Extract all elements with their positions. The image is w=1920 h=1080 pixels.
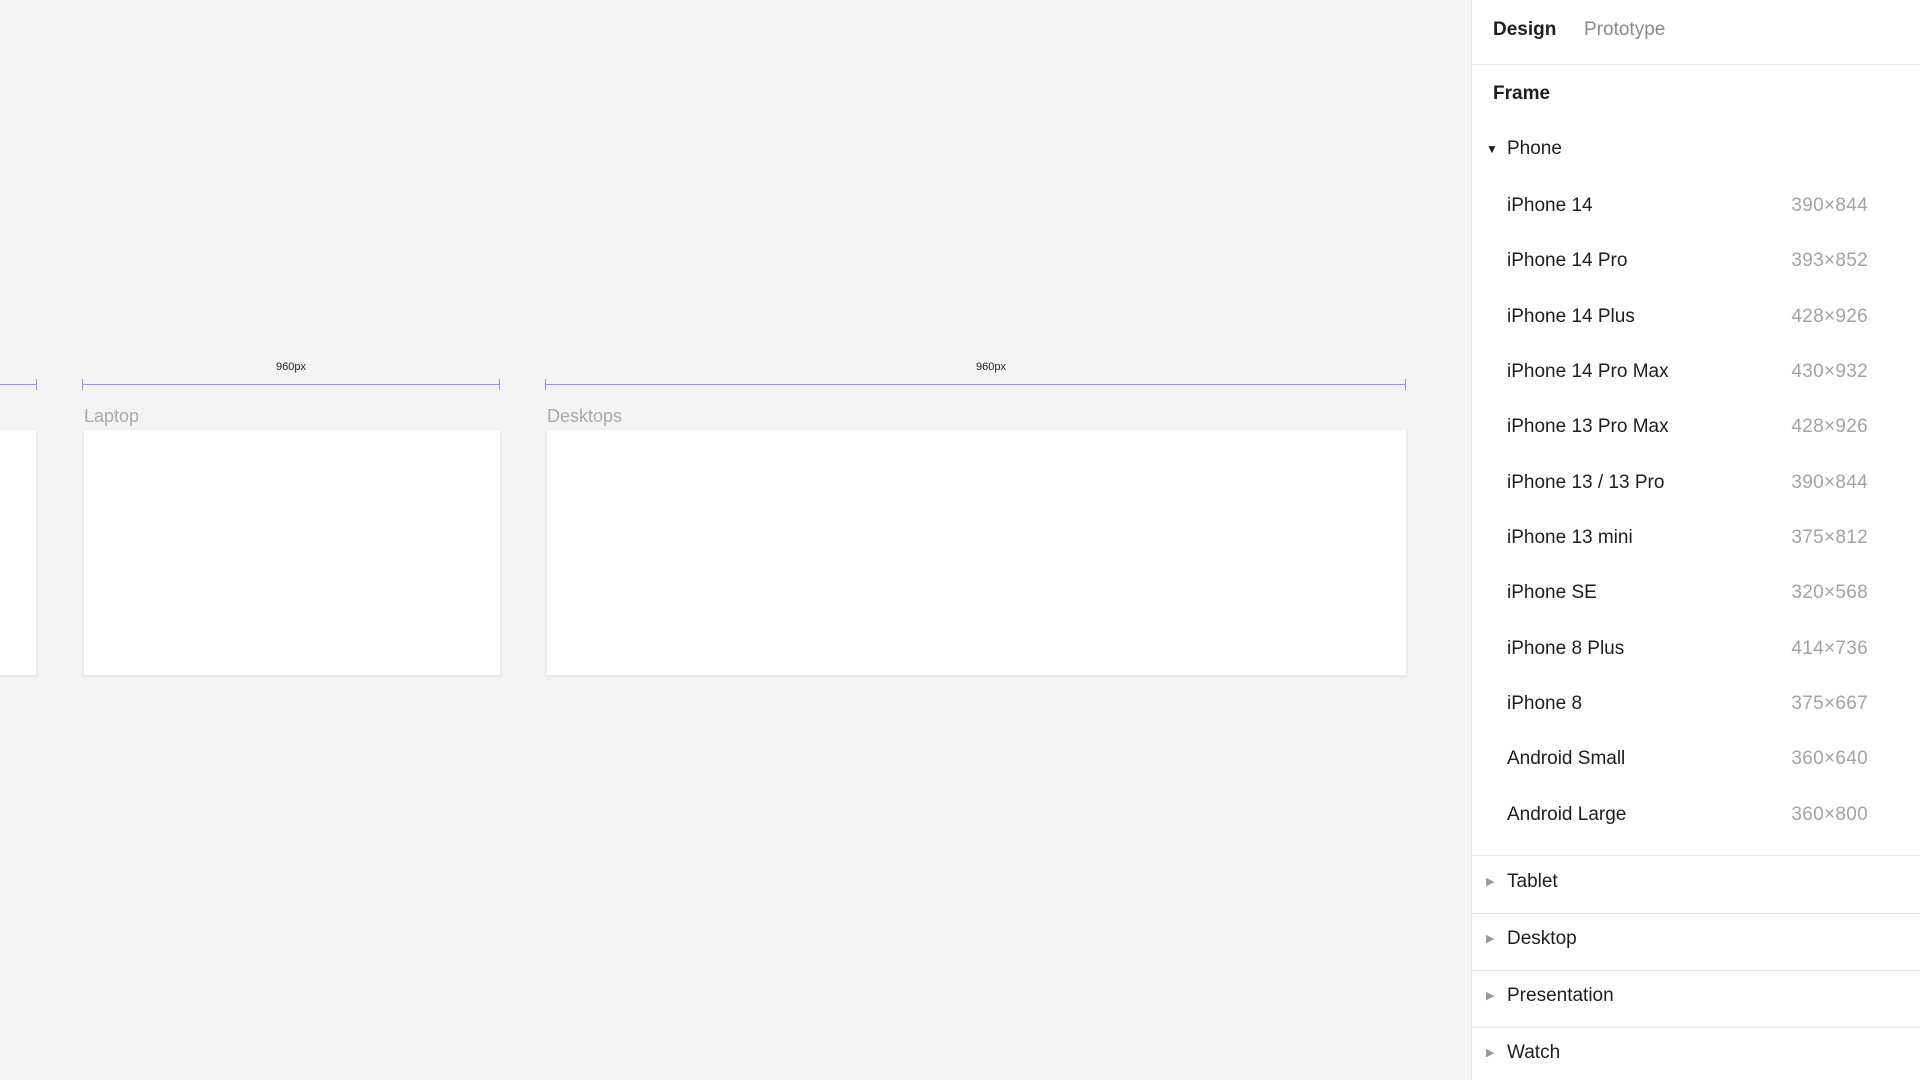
group-label: Phone xyxy=(1507,138,1562,159)
measurement-ruler-left xyxy=(0,378,37,392)
caret-right-icon: ▶ xyxy=(1486,990,1495,1002)
ruler-width-label: 960px xyxy=(976,361,1006,373)
preset-name: iPhone 13 / 13 Pro xyxy=(1507,472,1665,493)
preset-item[interactable]: iPhone 8 Plus 414×736 xyxy=(1472,626,1920,670)
preset-size: 428×926 xyxy=(1791,306,1868,327)
preset-size: 430×932 xyxy=(1791,361,1868,382)
divider xyxy=(1472,855,1920,856)
preset-item[interactable]: iPhone 14 390×844 xyxy=(1472,183,1920,227)
frame-desktops[interactable] xyxy=(547,430,1406,675)
preset-item[interactable]: iPhone SE 320×568 xyxy=(1472,570,1920,614)
preset-size: 390×844 xyxy=(1791,195,1868,216)
group-header-watch[interactable]: ▶ Watch xyxy=(1472,1036,1920,1076)
preset-item[interactable]: iPhone 13 Pro Max 428×926 xyxy=(1472,404,1920,448)
caret-right-icon: ▶ xyxy=(1486,933,1495,945)
design-canvas[interactable]: 960px Laptop 960px Desktops xyxy=(0,0,1471,1080)
measurement-ruler-laptop xyxy=(82,378,500,392)
divider xyxy=(1472,1027,1920,1028)
measurement-ruler-desktops xyxy=(545,378,1406,392)
caret-down-icon: ▼ xyxy=(1486,142,1498,156)
preset-item[interactable]: iPhone 13 mini 375×812 xyxy=(1472,515,1920,559)
preset-name: iPhone 14 Pro Max xyxy=(1507,361,1669,382)
preset-name: iPhone 8 xyxy=(1507,693,1583,714)
group-label: Watch xyxy=(1507,1042,1561,1063)
preset-size: 414×736 xyxy=(1791,638,1868,659)
frame-partial-left[interactable] xyxy=(0,430,36,675)
preset-size: 360×640 xyxy=(1791,748,1868,769)
preset-item[interactable]: iPhone 14 Pro Max 430×932 xyxy=(1472,349,1920,393)
group-label: Desktop xyxy=(1507,928,1577,949)
preset-size: 360×800 xyxy=(1791,804,1868,825)
preset-size: 375×812 xyxy=(1791,527,1868,548)
tab-prototype[interactable]: Prototype xyxy=(1584,19,1665,41)
preset-size: 390×844 xyxy=(1791,472,1868,493)
tab-design[interactable]: Design xyxy=(1493,19,1556,41)
preset-name: iPhone 13 mini xyxy=(1507,527,1633,548)
preset-item[interactable]: iPhone 8 375×667 xyxy=(1472,681,1920,725)
caret-right-icon: ▶ xyxy=(1486,1047,1495,1059)
section-title-frame: Frame xyxy=(1493,83,1551,104)
group-label: Tablet xyxy=(1507,871,1558,892)
preset-name: Android Small xyxy=(1507,748,1626,769)
preset-size: 393×852 xyxy=(1791,250,1868,271)
caret-right-icon: ▶ xyxy=(1486,876,1495,888)
divider xyxy=(1472,970,1920,971)
preset-size: 428×926 xyxy=(1791,416,1868,437)
preset-item[interactable]: iPhone 14 Plus 428×926 xyxy=(1472,294,1920,338)
group-header-phone[interactable]: ▼ Phone xyxy=(1472,132,1920,172)
properties-panel: Design Prototype Frame ▼ Phone iPhone 14… xyxy=(1471,0,1920,1080)
group-label: Presentation xyxy=(1507,985,1614,1006)
panel-tabs: Design Prototype xyxy=(1472,0,1920,65)
preset-name: iPhone 8 Plus xyxy=(1507,638,1625,659)
frame-label-desktops[interactable]: Desktops xyxy=(547,406,622,427)
preset-name: iPhone 14 Plus xyxy=(1507,306,1635,327)
group-header-tablet[interactable]: ▶ Tablet xyxy=(1472,865,1920,905)
ruler-width-label: 960px xyxy=(276,361,306,373)
group-header-desktop[interactable]: ▶ Desktop xyxy=(1472,922,1920,962)
frame-laptop[interactable] xyxy=(84,430,500,675)
preset-item[interactable]: Android Large 360×800 xyxy=(1472,792,1920,836)
preset-item[interactable]: Android Small 360×640 xyxy=(1472,736,1920,780)
group-header-presentation[interactable]: ▶ Presentation xyxy=(1472,979,1920,1019)
preset-name: iPhone SE xyxy=(1507,582,1597,603)
preset-name: iPhone 14 Pro xyxy=(1507,250,1628,271)
preset-name: iPhone 13 Pro Max xyxy=(1507,416,1669,437)
preset-size: 375×667 xyxy=(1791,693,1868,714)
preset-item[interactable]: iPhone 14 Pro 393×852 xyxy=(1472,238,1920,282)
preset-name: iPhone 14 xyxy=(1507,195,1593,216)
frame-label-laptop[interactable]: Laptop xyxy=(84,406,139,427)
preset-item[interactable]: iPhone 13 / 13 Pro 390×844 xyxy=(1472,460,1920,504)
divider xyxy=(1472,913,1920,914)
preset-name: Android Large xyxy=(1507,804,1627,825)
preset-size: 320×568 xyxy=(1791,582,1868,603)
